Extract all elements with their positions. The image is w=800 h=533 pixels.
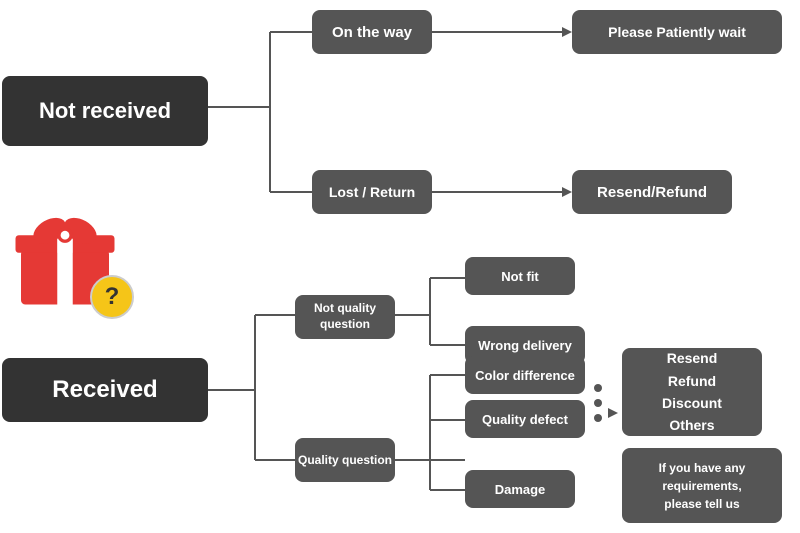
quality-question-box: Quality question: [295, 438, 395, 482]
not-received-box: Not received: [2, 76, 208, 146]
question-circle: ?: [90, 275, 134, 319]
color-diff-box: Color difference: [465, 356, 585, 394]
lost-return-box: Lost / Return: [312, 170, 432, 214]
received-box: Received: [2, 358, 208, 422]
please-wait-box: Please Patiently wait: [572, 10, 782, 54]
damage-box: Damage: [465, 470, 575, 508]
not-fit-box: Not fit: [465, 257, 575, 295]
resend-etc-box: Resend Refund Discount Others: [622, 348, 762, 436]
if-you-box: If you have any requirements, please tel…: [622, 448, 782, 523]
not-quality-box: Not quality question: [295, 295, 395, 339]
on-the-way-box: On the way: [312, 10, 432, 54]
quality-defect-box: Quality defect: [465, 400, 585, 438]
flowchart: Not received On the way Please Patiently…: [0, 0, 800, 533]
resend-refund-top-box: Resend/Refund: [572, 170, 732, 214]
